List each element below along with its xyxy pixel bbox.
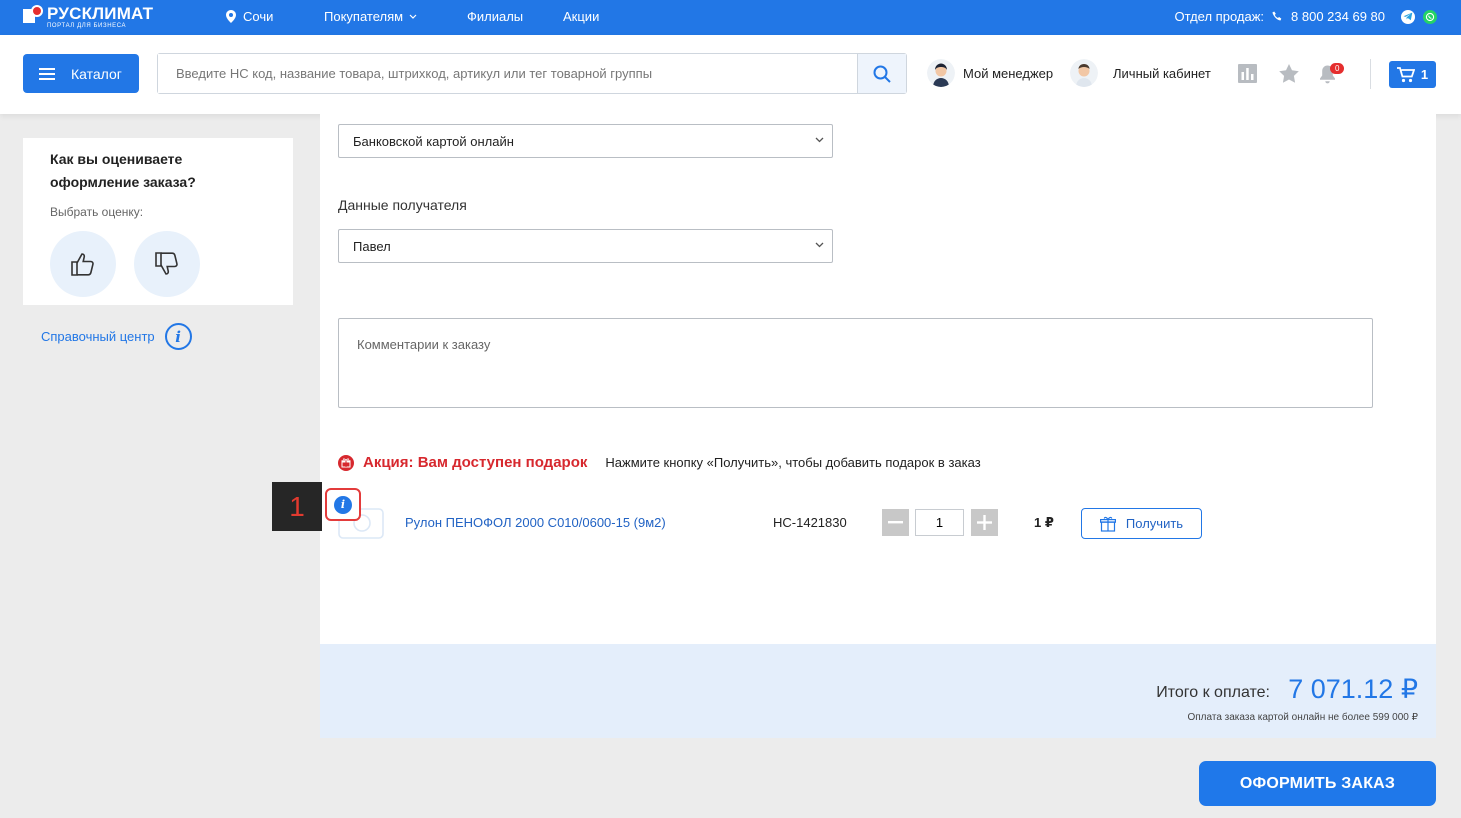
get-gift-label: Получить [1125,516,1184,531]
plus-icon [977,515,992,530]
location-pin-icon [226,10,236,23]
cart-icon [1396,66,1415,82]
total-amount: 7 071.12 ₽ [1288,674,1418,704]
cart-count: 1 [1420,67,1429,82]
manager-avatar [927,59,955,87]
gift-icon [338,454,354,471]
chevron-down-icon [815,137,824,143]
nav-promotions[interactable]: Акции [563,9,599,24]
info-icon: i [164,323,192,350]
rating-title: Как вы оцениваете оформление заказа? [50,151,196,190]
promo-title: Акция: Вам доступен подарок [363,454,588,471]
personal-account-label: Личный кабинет [1113,65,1211,81]
info-icon: i [334,495,352,514]
get-gift-button[interactable]: Получить [1081,508,1202,539]
chart-icon[interactable] [1238,64,1257,83]
order-form-panel: Банковской картой онлайн Данные получате… [320,114,1436,644]
personal-account-link[interactable]: Личный кабинет [1070,59,1211,87]
thumbs-up-icon [71,253,94,276]
rating-card: Как вы оцениваете оформление заказа? Выб… [23,138,293,305]
gift-price: 1 ₽ [1034,515,1054,530]
cart-button[interactable]: 1 [1389,61,1436,88]
recipient-label: Данные получателя [338,197,467,213]
annotation-marker: 1 [272,482,322,531]
nav-branches[interactable]: Филиалы [467,9,523,24]
recipient-select[interactable]: Павел [338,229,833,263]
notifications-badge: 0 [1330,63,1345,74]
order-total: Итого к оплате: 7 071.12 ₽ Оплата заказа… [320,644,1436,738]
header: Каталог Мой менеджер Личный кабинет [0,35,1461,114]
quantity-input[interactable] [915,509,964,536]
chevron-down-icon [409,14,417,19]
promo-banner: Акция: Вам доступен подарок Нажмите кноп… [338,454,981,471]
menu-icon [39,67,55,80]
gift-product-link[interactable]: Рулон ПЕНОФОЛ 2000 С010/0600-15 (9м2) [405,515,666,530]
quantity-decrease-button[interactable] [882,509,909,536]
product-info-button[interactable]: i [325,488,361,521]
promo-note: Нажмите кнопку «Получить», чтобы добавит… [605,455,981,470]
my-manager-label: Мой менеджер [963,65,1054,81]
order-comment-input[interactable] [338,318,1373,408]
total-label: Итого к оплате: [1156,684,1270,701]
my-manager-link[interactable]: Мой менеджер [927,59,1053,87]
logo-mark-icon [23,5,43,25]
logo[interactable]: РУСКЛИМАТ ПОРТАЛ ДЛЯ БИЗНЕСА [23,5,153,29]
search-icon [873,65,891,83]
top-bar: РУСКЛИМАТ ПОРТАЛ ДЛЯ БИЗНЕСА Сочи Покупа… [0,0,1461,35]
thumbs-down-icon [155,252,178,275]
sales-contacts: Отдел продаж: 8 800 234 69 80 [1174,9,1437,24]
help-center-link[interactable]: Справочный центр i [41,323,192,350]
header-divider [1370,59,1371,89]
whatsapp-icon[interactable] [1423,9,1437,24]
city-selector[interactable]: Сочи [226,9,273,24]
payment-method-value: Банковской картой онлайн [353,133,514,149]
thumbs-down-button[interactable] [134,231,200,297]
gift-icon [1099,516,1116,532]
logo-subtitle: ПОРТАЛ ДЛЯ БИЗНЕСА [47,23,127,29]
rating-subtitle: Выбрать оценку: [50,205,144,219]
chevron-down-icon [815,242,824,248]
quantity-increase-button[interactable] [971,509,998,536]
user-avatar [1070,59,1098,87]
place-order-button[interactable]: ОФОРМИТЬ ЗАКАЗ [1199,761,1436,806]
recipient-value: Павел [353,238,391,254]
catalog-label: Каталог [71,65,122,82]
nav-buyers[interactable]: Покупателям [324,9,417,24]
gift-product-code: НС-1421830 [773,515,847,530]
search-input[interactable] [158,54,857,93]
search-button[interactable] [857,54,906,93]
logo-title: РУСКЛИМАТ [47,4,154,23]
phone-icon [1272,11,1282,21]
search-bar [157,53,907,94]
sales-label: Отдел продаж: [1174,9,1265,24]
sales-phone[interactable]: 8 800 234 69 80 [1291,9,1385,24]
catalog-button[interactable]: Каталог [23,54,139,93]
payment-method-select[interactable]: Банковской картой онлайн [338,124,833,158]
city-label: Сочи [243,9,274,24]
thumbs-up-button[interactable] [50,231,116,297]
total-note: Оплата заказа картой онлайн не более 599… [1187,712,1418,723]
star-icon[interactable] [1279,64,1299,83]
telegram-icon[interactable] [1401,9,1415,24]
minus-icon [888,521,903,524]
nav-buyers-label: Покупателям [324,9,404,24]
help-center-label: Справочный центр [41,329,155,344]
